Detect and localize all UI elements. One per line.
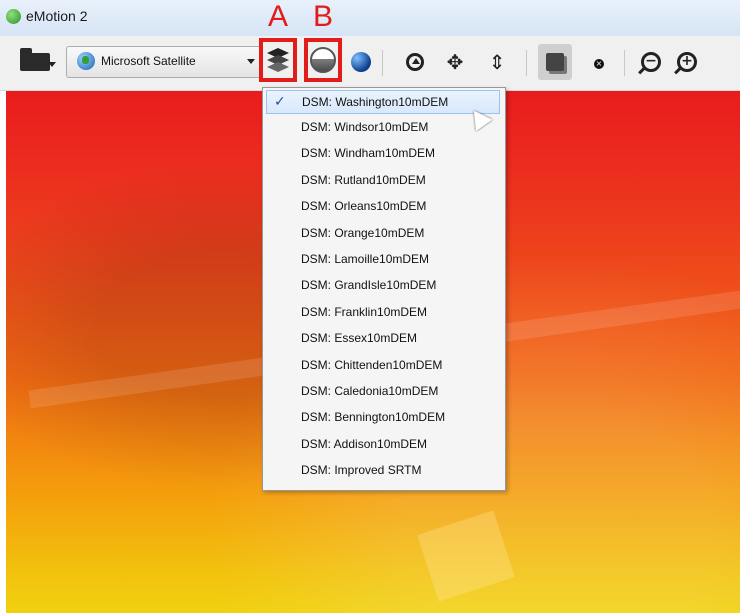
zoom-out-button[interactable]: − bbox=[636, 44, 666, 80]
annotation-label-a: A bbox=[268, 0, 289, 33]
menu-item-chittenden[interactable]: DSM: Chittenden10mDEM bbox=[266, 354, 500, 378]
menu-item-label: DSM: Windham10mDEM bbox=[301, 146, 436, 160]
menu-item-label: DSM: Rutland10mDEM bbox=[301, 173, 426, 187]
folder-icon bbox=[20, 48, 50, 71]
menu-item-addison[interactable]: DSM: Addison10mDEM bbox=[266, 433, 500, 457]
move-icon: ✥ bbox=[446, 50, 464, 74]
tilt-button[interactable]: ⇕ bbox=[482, 44, 512, 80]
menu-item-orange[interactable]: DSM: Orange10mDEM bbox=[266, 222, 500, 246]
menu-item-label: DSM: Lamoille10mDEM bbox=[301, 252, 430, 266]
menu-item-bennington[interactable]: DSM: Bennington10mDEM bbox=[266, 406, 500, 430]
menu-item-label: DSM: Essex10mDEM bbox=[301, 331, 418, 345]
menu-item-orleans[interactable]: DSM: Orleans10mDEM bbox=[266, 195, 500, 219]
menu-item-lamoille[interactable]: DSM: Lamoille10mDEM bbox=[266, 248, 500, 272]
menu-item-label: DSM: Addison10mDEM bbox=[301, 437, 428, 451]
circle-arrow-icon bbox=[406, 53, 424, 71]
menu-item-washington[interactable]: ✓ DSM: Washington10mDEM bbox=[266, 90, 500, 114]
menu-item-windsor[interactable]: DSM: Windsor10mDEM bbox=[266, 116, 500, 140]
zoom-out-icon: − bbox=[641, 52, 661, 72]
menu-item-label: DSM: Chittenden10mDEM bbox=[301, 358, 443, 372]
menu-item-label: DSM: Orange10mDEM bbox=[301, 226, 425, 240]
globe-icon bbox=[77, 52, 95, 70]
map-building bbox=[417, 510, 515, 602]
basemap-select[interactable]: Microsoft Satellite bbox=[66, 46, 262, 78]
toolbar-separator bbox=[526, 50, 527, 76]
menu-item-caledonia[interactable]: DSM: Caledonia10mDEM bbox=[266, 380, 500, 404]
globe-view-button[interactable] bbox=[346, 44, 376, 80]
menu-item-label: DSM: Bennington10mDEM bbox=[301, 410, 446, 424]
rotate-button[interactable] bbox=[400, 44, 430, 80]
tilt-icon: ⇕ bbox=[488, 50, 506, 74]
toolbar-separator bbox=[382, 50, 383, 76]
app-icon bbox=[6, 9, 21, 24]
sphere-icon bbox=[351, 52, 371, 72]
menu-item-franklin[interactable]: DSM: Franklin10mDEM bbox=[266, 301, 500, 325]
remove-layer-button[interactable]: × bbox=[580, 44, 614, 80]
highlight-box-b bbox=[304, 38, 342, 82]
menu-item-label: DSM: Windsor10mDEM bbox=[301, 120, 429, 134]
title-bar: eMotion 2 bbox=[0, 0, 740, 37]
pan-button[interactable]: ✥ bbox=[440, 44, 470, 80]
menu-item-windham[interactable]: DSM: Windham10mDEM bbox=[266, 142, 500, 166]
zoom-in-icon: + bbox=[677, 52, 697, 72]
menu-item-label: DSM: Orleans10mDEM bbox=[301, 199, 427, 213]
zoom-in-button[interactable]: + bbox=[672, 44, 702, 80]
menu-item-improved-srtm[interactable]: DSM: Improved SRTM bbox=[266, 459, 500, 483]
highlight-box-a bbox=[259, 38, 297, 82]
window-title: eMotion 2 bbox=[26, 8, 88, 24]
annotation-label-b: B bbox=[313, 0, 334, 33]
menu-item-label: DSM: Improved SRTM bbox=[301, 463, 422, 477]
menu-item-essex[interactable]: DSM: Essex10mDEM bbox=[266, 327, 500, 351]
toolbar: Microsoft Satellite ✥ ⇕ × − + bbox=[0, 36, 740, 91]
stack-icon bbox=[546, 53, 564, 71]
menu-item-label: DSM: GrandIsle10mDEM bbox=[301, 278, 437, 292]
chevron-down-icon bbox=[247, 59, 255, 64]
toolbar-separator bbox=[624, 50, 625, 76]
menu-item-grandisle[interactable]: DSM: GrandIsle10mDEM bbox=[266, 274, 500, 298]
menu-item-label: DSM: Washington10mDEM bbox=[302, 95, 449, 109]
chevron-down-icon[interactable] bbox=[48, 62, 56, 67]
menu-item-label: DSM: Caledonia10mDEM bbox=[301, 384, 439, 398]
layers-toggle-button[interactable] bbox=[538, 44, 572, 80]
elevation-menu: ✓ DSM: Washington10mDEM DSM: Windsor10mD… bbox=[262, 87, 506, 491]
basemap-select-value: Microsoft Satellite bbox=[101, 54, 196, 68]
menu-item-rutland[interactable]: DSM: Rutland10mDEM bbox=[266, 169, 500, 193]
check-icon: ✓ bbox=[274, 94, 286, 110]
menu-item-label: DSM: Franklin10mDEM bbox=[301, 305, 428, 319]
